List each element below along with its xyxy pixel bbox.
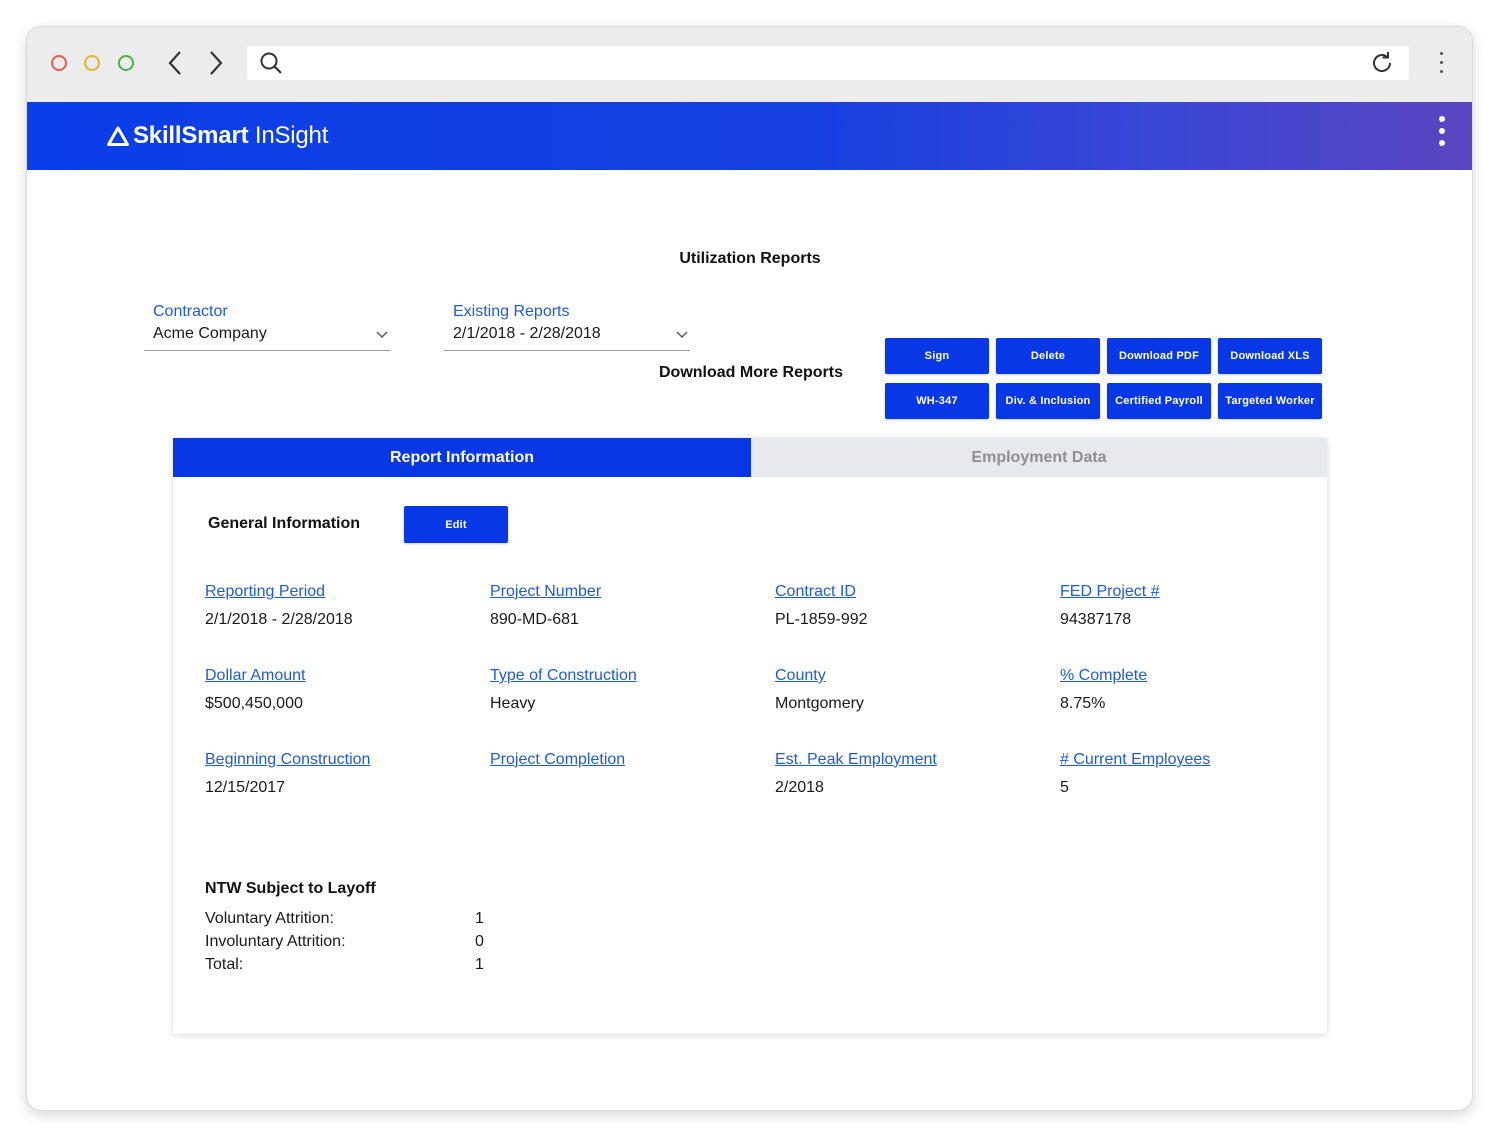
field-value: 2/2018: [775, 779, 824, 796]
field-label[interactable]: Reporting Period: [205, 583, 353, 601]
field-value: PL-1859-992: [775, 611, 868, 628]
contractor-value[interactable]: Acme Company: [144, 325, 390, 351]
field-est-peak-employment: Est. Peak Employment 2/2018: [775, 751, 937, 799]
ntw-row-involuntary: Involuntary Attrition: 0: [205, 933, 495, 951]
field-project-number: Project Number 890-MD-681: [490, 583, 601, 631]
targeted-worker-button[interactable]: Targeted Worker: [1218, 383, 1322, 419]
brand-product: InSight: [248, 122, 329, 149]
div-inclusion-button[interactable]: Div. & Inclusion: [996, 383, 1100, 419]
browser-chrome: [27, 27, 1472, 102]
field-value: 2/1/2018 - 2/28/2018: [205, 611, 353, 628]
download-pdf-button[interactable]: Download PDF: [1107, 338, 1211, 374]
general-information-title: General Information: [208, 515, 361, 532]
ntw-row-voluntary: Voluntary Attrition: 1: [205, 910, 495, 928]
sign-button[interactable]: Sign: [885, 338, 989, 374]
search-icon: [259, 51, 283, 75]
field-value: [490, 779, 625, 799]
forward-arrow-icon[interactable]: [205, 49, 227, 77]
field-label[interactable]: Contract ID: [775, 583, 868, 601]
ntw-layoff-title: NTW Subject to Layoff: [205, 880, 376, 897]
tab-employment-data[interactable]: Employment Data: [751, 438, 1327, 477]
chevron-down-icon: [676, 331, 688, 338]
tab-report-information[interactable]: Report Information: [173, 438, 751, 477]
existing-reports-select[interactable]: Existing Reports 2/1/2018 - 2/28/2018: [444, 303, 690, 351]
back-arrow-icon[interactable]: [164, 49, 186, 77]
field-value: 8.75%: [1060, 695, 1106, 712]
download-xls-button[interactable]: Download XLS: [1218, 338, 1322, 374]
field-label[interactable]: Est. Peak Employment: [775, 751, 937, 769]
field-value: Montgomery: [775, 695, 864, 712]
field-value: 94387178: [1060, 611, 1132, 628]
app-header: SkillSmart InSight: [27, 102, 1472, 170]
field-reporting-period: Reporting Period 2/1/2018 - 2/28/2018: [205, 583, 353, 631]
field-label[interactable]: FED Project #: [1060, 583, 1160, 601]
report-card: Report Information Employment Data Gener…: [173, 438, 1327, 1034]
field-type-of-construction: Type of Construction Heavy: [490, 667, 637, 715]
field-county: County Montgomery: [775, 667, 864, 715]
existing-reports-label: Existing Reports: [453, 303, 570, 320]
field-fed-project: FED Project # 94387178: [1060, 583, 1160, 631]
edit-button[interactable]: Edit: [404, 506, 508, 543]
page-title: Utilization Reports: [679, 250, 821, 267]
field-value: 5: [1060, 779, 1069, 796]
app-logo[interactable]: SkillSmart InSight: [107, 122, 328, 150]
delete-button[interactable]: Delete: [996, 338, 1100, 374]
ntw-row-value: 1: [475, 910, 484, 927]
download-more-reports-label: Download More Reports: [658, 364, 843, 381]
field-label[interactable]: Project Completion: [490, 751, 625, 769]
field-label[interactable]: # Current Employees: [1060, 751, 1210, 769]
field-label[interactable]: Dollar Amount: [205, 667, 306, 685]
field-value: $500,450,000: [205, 695, 303, 712]
contractor-label: Contractor: [153, 303, 228, 320]
minimize-window-button[interactable]: [84, 55, 100, 71]
wh347-button[interactable]: WH-347: [885, 383, 989, 419]
existing-reports-value[interactable]: 2/1/2018 - 2/28/2018: [444, 325, 690, 351]
field-project-completion: Project Completion: [490, 751, 625, 799]
field-beginning-construction: Beginning Construction 12/15/2017: [205, 751, 370, 799]
close-window-button[interactable]: [51, 55, 67, 71]
ntw-row-label: Involuntary Attrition:: [205, 933, 346, 950]
field-value: 12/15/2017: [205, 779, 286, 796]
field-label[interactable]: % Complete: [1060, 667, 1147, 685]
logo-triangle-icon: [107, 126, 129, 146]
certified-payroll-button[interactable]: Certified Payroll: [1107, 383, 1211, 419]
ntw-row-total: Total: 1: [205, 956, 495, 974]
app-menu-icon[interactable]: [1438, 116, 1446, 152]
field-dollar-amount: Dollar Amount $500,450,000: [205, 667, 306, 715]
field-contract-id: Contract ID PL-1859-992: [775, 583, 868, 631]
field-label[interactable]: Type of Construction: [490, 667, 637, 685]
field-label[interactable]: Project Number: [490, 583, 601, 601]
field-label[interactable]: County: [775, 667, 864, 685]
field-percent-complete: % Complete 8.75%: [1060, 667, 1147, 715]
address-bar[interactable]: [247, 46, 1409, 80]
field-value: 890-MD-681: [490, 611, 579, 628]
field-current-employees: # Current Employees 5: [1060, 751, 1210, 799]
maximize-window-button[interactable]: [118, 55, 134, 71]
ntw-row-label: Voluntary Attrition:: [205, 910, 334, 927]
ntw-row-value: 1: [475, 956, 484, 973]
chevron-down-icon: [376, 331, 388, 338]
field-label[interactable]: Beginning Construction: [205, 751, 370, 769]
reload-icon[interactable]: [1369, 50, 1395, 76]
contractor-select[interactable]: Contractor Acme Company: [144, 303, 390, 351]
ntw-row-label: Total:: [205, 956, 244, 973]
field-value: Heavy: [490, 695, 536, 712]
browser-menu-icon[interactable]: [1438, 49, 1444, 77]
brand-name: SkillSmart: [133, 122, 249, 149]
report-tabs: Report Information Employment Data: [173, 438, 1327, 477]
ntw-row-value: 0: [475, 933, 484, 950]
